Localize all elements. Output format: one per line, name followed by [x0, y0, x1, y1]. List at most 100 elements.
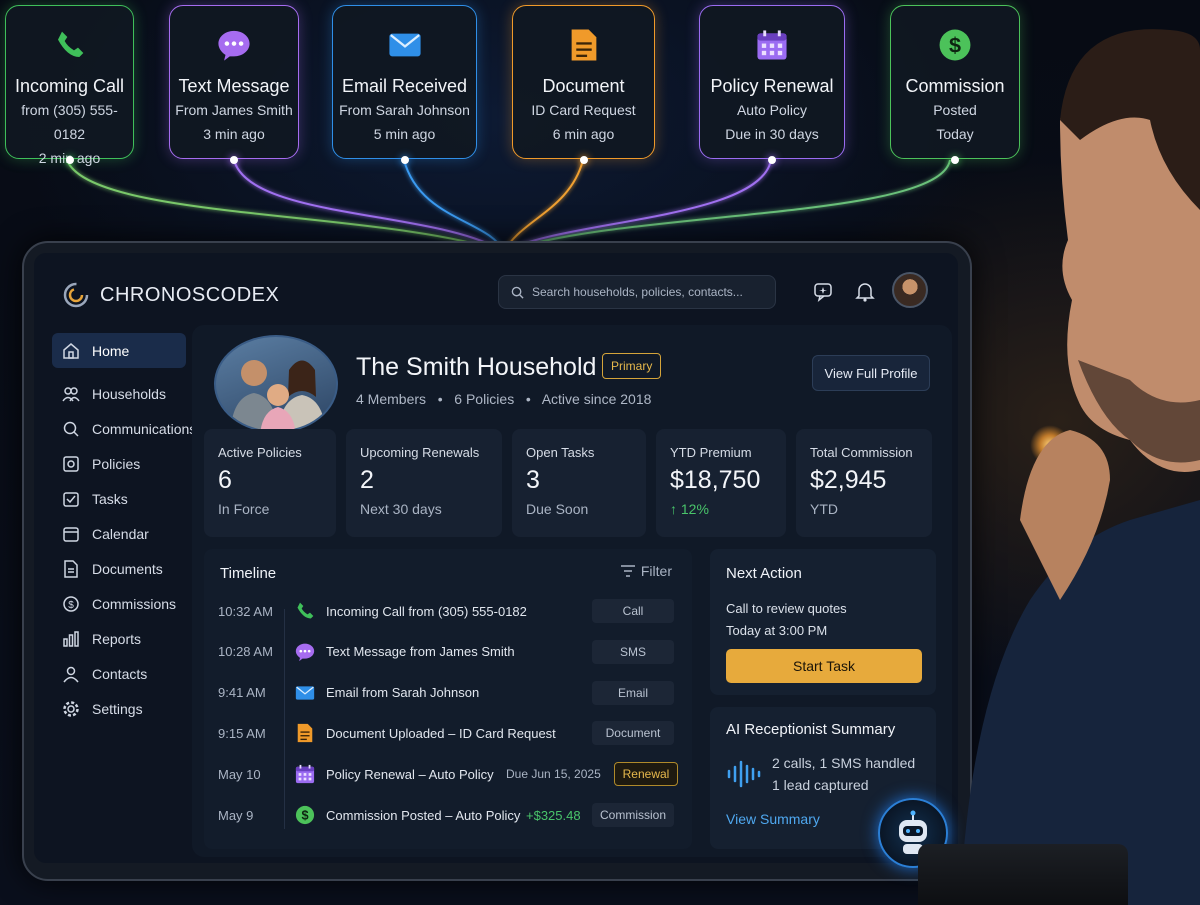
notification-time: 3 min ago — [203, 126, 265, 142]
stat-card[interactable]: Open Tasks 3 Due Soon — [512, 429, 646, 537]
home-icon — [63, 342, 79, 359]
document-icon — [64, 559, 78, 578]
coffee-mug — [918, 844, 1128, 905]
sidebar-item-households[interactable]: Households — [52, 376, 186, 411]
start-task-button[interactable]: Start Task — [726, 649, 922, 683]
chat-bubble-icon — [294, 641, 316, 663]
sidebar-item-label: Reports — [92, 630, 142, 647]
connector-dot — [951, 156, 959, 164]
timeline-text: Email from Sarah Johnson — [326, 685, 480, 701]
timeline-time: 10:28 AM — [218, 644, 273, 660]
brand-name-part1: CHRONOS — [100, 283, 206, 306]
notification-card[interactable]: Policy Renewal Auto Policy Due in 30 day… — [699, 5, 845, 159]
sidebar-item-contacts[interactable]: Contacts — [52, 656, 186, 691]
timeline-time: 9:15 AM — [218, 725, 266, 741]
sidebar-item-calendar[interactable]: Calendar — [52, 516, 186, 551]
timeline-tag[interactable]: SMS — [592, 639, 674, 664]
notification-detail: From Sarah Johnson — [339, 102, 470, 118]
sidebar-item-reports[interactable]: Reports — [52, 621, 186, 656]
timeline-tag[interactable]: Email — [592, 680, 674, 705]
stat-card[interactable]: Upcoming Renewals 2 Next 30 days — [346, 429, 502, 537]
sidebar-item-home[interactable]: Home — [52, 333, 186, 368]
primary-badge: Primary — [602, 353, 662, 379]
household-summary: 4 Members • 6 Policies • Active since 20… — [356, 391, 651, 407]
stat-value: 2 — [360, 466, 374, 494]
svg-text:$: $ — [301, 808, 308, 823]
timeline-text: Commission Posted – Auto Policy — [326, 807, 521, 823]
timeline-tag[interactable]: Commission — [592, 803, 674, 827]
stat-value: 6 — [218, 466, 232, 494]
bell-icon — [855, 283, 875, 302]
sidebar-item-commissions[interactable]: $ Commissions — [52, 586, 186, 621]
sidebar-item-documents[interactable]: Documents — [52, 551, 186, 586]
stat-value: $2,945 — [810, 466, 887, 494]
brand-logo[interactable]: CHRONOSCODEX — [62, 281, 279, 309]
sidebar-item-tasks[interactable]: Tasks — [52, 481, 186, 516]
stat-subtext: YTD — [810, 501, 838, 517]
sidebar-item-label: Documents — [92, 560, 163, 577]
app-screen: CHRONOSCODEX Home Households Communication… — [34, 253, 958, 863]
document-icon — [294, 722, 316, 744]
timeline-time: 9:41 AM — [218, 685, 266, 701]
document-icon — [561, 22, 607, 68]
stat-value: $18,750 — [670, 466, 761, 494]
timeline-time: May 10 — [218, 766, 261, 782]
notification-card[interactable]: Email Received From Sarah Johnson 5 min … — [332, 5, 477, 159]
timeline-tag[interactable]: Call — [592, 599, 674, 623]
timeline-row[interactable]: 10:32 AM Incoming Call from (305) 555-01… — [204, 593, 692, 629]
chat-bubble-icon — [211, 22, 257, 68]
notifications-button[interactable] — [852, 278, 878, 304]
sidebar-item-communications[interactable]: Communications — [52, 411, 196, 446]
chat-sparkle-icon — [814, 283, 832, 302]
timeline-tag[interactable]: Document — [592, 721, 674, 746]
view-full-profile-button[interactable]: View Full Profile — [812, 355, 930, 391]
timeline-text: Document Uploaded – ID Card Request — [326, 725, 556, 741]
filter-button[interactable]: Filter — [620, 563, 672, 579]
connector-dot — [230, 156, 238, 164]
stat-label: YTD Premium — [670, 445, 752, 460]
active-since: Active since 2018 — [541, 391, 652, 407]
timeline-row[interactable]: 10:28 AM Text Message from James Smith S… — [204, 634, 692, 670]
chronoscodex-logo-icon — [63, 282, 89, 308]
stat-label: Open Tasks — [526, 445, 595, 460]
sidebar-item-settings[interactable]: Settings — [52, 691, 186, 726]
notification-card[interactable]: Document ID Card Request 6 min ago — [512, 5, 655, 159]
ai-summary-title: AI Receptionist Summary — [726, 721, 896, 738]
notification-detail: ID Card Request — [531, 102, 636, 118]
timeline-row[interactable]: 9:15 AM Document Uploaded – ID Card Requ… — [204, 715, 692, 751]
user-avatar[interactable] — [892, 272, 928, 308]
timeline-row[interactable]: 9:41 AM Email from Sarah Johnson Email — [204, 675, 692, 711]
main-panel: The Smith Household Primary 4 Members • … — [192, 325, 952, 857]
calendar-icon — [294, 763, 316, 785]
notification-card[interactable]: Text Message From James Smith 3 min ago — [169, 5, 299, 159]
notification-title: Document — [542, 76, 625, 96]
stat-card[interactable]: YTD Premium $18,750 ↑ 12% — [656, 429, 786, 537]
ai-summary-calls: 2 calls, 1 SMS handled — [772, 755, 916, 771]
notification-card[interactable]: Incoming Call from (305) 555-0182 2 min … — [5, 5, 134, 166]
notification-detail: From James Smith — [175, 102, 293, 118]
stat-card[interactable]: Active Policies 6 In Force — [204, 429, 336, 537]
stat-subtext: Due Soon — [526, 501, 589, 517]
search-input[interactable] — [532, 285, 752, 299]
sidebar-item-label: Commissions — [92, 595, 177, 612]
sound-wave-icon — [727, 760, 761, 788]
stat-subtext: Next 30 days — [360, 501, 442, 517]
stat-label: Total Commission — [810, 445, 913, 460]
renewal-due-date: Due Jun 15, 2025 — [506, 767, 601, 782]
person-silhouette — [960, 29, 1200, 905]
view-summary-link[interactable]: View Summary — [726, 811, 820, 827]
notification-time: 5 min ago — [373, 126, 436, 142]
people-icon — [62, 386, 80, 401]
sidebar-item-policies[interactable]: Policies — [52, 446, 186, 481]
search-bar[interactable] — [498, 275, 776, 309]
sidebar-item-label: Home — [92, 342, 130, 359]
household-title: The Smith Household — [356, 353, 597, 381]
timeline-row[interactable]: May 10 Policy Renewal – Auto Policy Due … — [204, 756, 692, 792]
next-action-task: Call to review quotes — [726, 601, 847, 616]
connector-dot — [400, 156, 409, 164]
ai-assistant-button[interactable] — [810, 278, 836, 304]
envelope-icon — [294, 682, 316, 704]
timeline-row[interactable]: May 9 $ Commission Posted – Auto Policy … — [204, 797, 692, 833]
timeline-tag[interactable]: Renewal — [614, 762, 678, 787]
stat-card[interactable]: Total Commission $2,945 YTD — [796, 429, 932, 537]
